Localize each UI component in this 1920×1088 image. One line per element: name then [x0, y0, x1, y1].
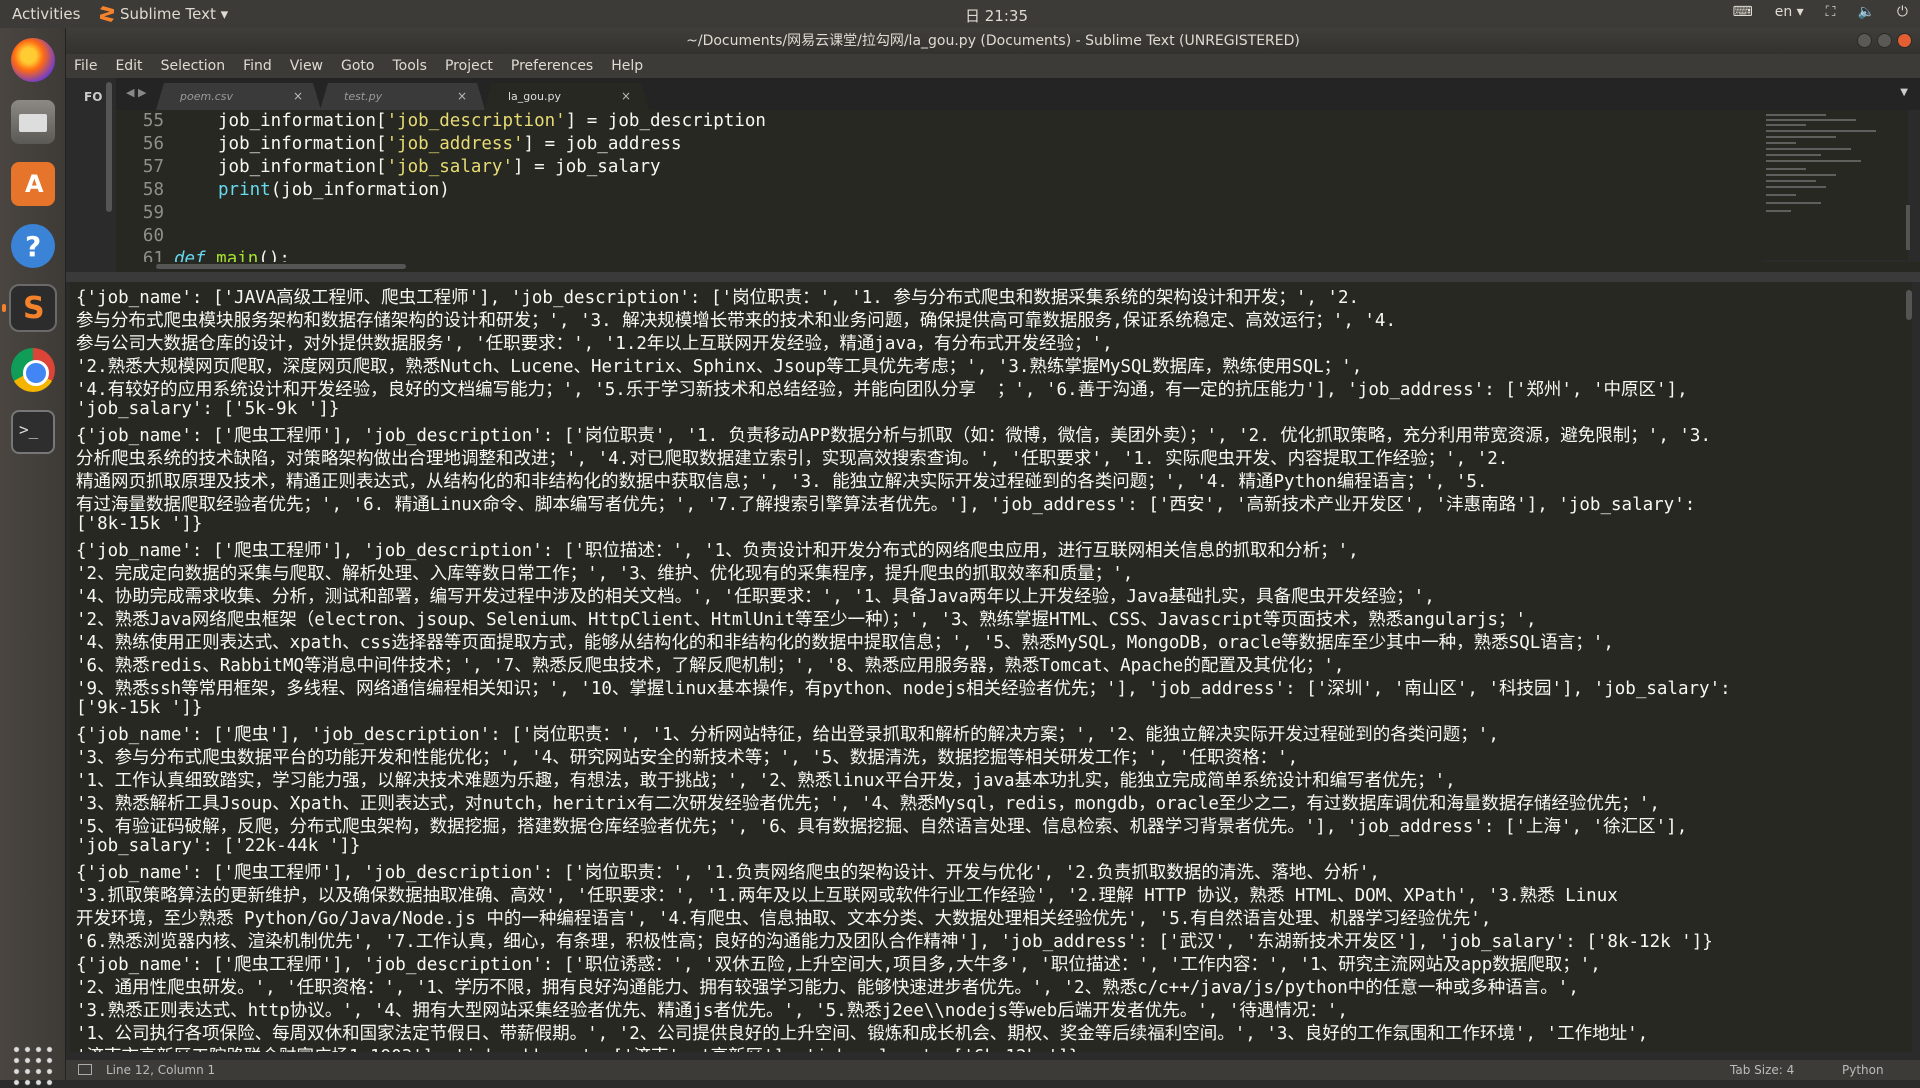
close-button[interactable]: [1897, 33, 1912, 48]
terminal-icon[interactable]: [11, 410, 55, 454]
output-line: '2、熟悉Java网络爬虫框架（electron、jsoup、Selenium、…: [76, 610, 1537, 630]
output-line: 'job_salary': ['22k-44k ']}: [76, 836, 361, 856]
network-icon[interactable]: ⛶: [1826, 4, 1836, 20]
side-bar[interactable]: FO: [66, 78, 116, 272]
clock[interactable]: 日 21:35: [965, 5, 1028, 26]
volume-icon[interactable]: 🔈: [1857, 4, 1874, 20]
tab-bar: ◀ ▶ poem.csv × test.py × la_gou.py × ▼: [116, 78, 1920, 110]
menu-bar: File Edit Selection Find View Goto Tools…: [66, 54, 1920, 78]
software-center-icon[interactable]: [11, 162, 55, 206]
top-panel: Activities Sublime Text ▾ 日 21:35 ⌨ en ▾…: [0, 0, 1920, 28]
tab-nav-arrows[interactable]: ◀ ▶: [126, 86, 146, 99]
help-icon[interactable]: [11, 224, 55, 268]
output-line: {'job_name': ['爬虫工程师'], 'job_description…: [76, 541, 1359, 561]
output-scrollbar[interactable]: [1906, 290, 1912, 320]
power-icon[interactable]: ⏻: [1897, 4, 1908, 20]
output-line: 参与公司大数据仓库的设计，对外提供数据服务', '任职要求：', '1.2年以上…: [76, 334, 1113, 354]
output-line: 开发环境，至少熟悉 Python/Go/Java/Node.js 中的一种编程语…: [76, 909, 1492, 929]
tab-test-py[interactable]: test.py ×: [320, 83, 485, 110]
menu-file[interactable]: File: [74, 58, 97, 74]
tab-close-icon[interactable]: ×: [457, 89, 467, 103]
tab-label: test.py: [344, 90, 383, 103]
tab-label: la_gou.py: [508, 90, 561, 103]
tab-close-icon[interactable]: ×: [293, 89, 303, 103]
tab-dropdown-icon[interactable]: ▼: [1900, 87, 1908, 98]
output-line: 精通网页抓取原理及技术，精通正则表达式，从结构化的和非结构化的数据中获取信息；'…: [76, 472, 1488, 492]
output-line: '9、熟悉ssh等常用框架，多线程、网络通信编程相关知识；', '10、掌握li…: [76, 679, 1731, 699]
menu-project[interactable]: Project: [445, 58, 493, 74]
app-menu-label: Sublime Text ▾: [120, 5, 229, 23]
files-icon[interactable]: [11, 100, 55, 144]
menu-preferences[interactable]: Preferences: [511, 58, 593, 74]
output-line: {'job_name': ['爬虫工程师'], 'job_description…: [76, 426, 1712, 446]
output-line: 'job_salary': ['5k-9k ']}: [76, 399, 340, 419]
app-menu[interactable]: Sublime Text ▾: [100, 5, 228, 23]
minimap[interactable]: [1762, 110, 1910, 260]
firefox-icon[interactable]: [11, 38, 55, 82]
output-line: '2、完成定向数据的采集与爬取、解析处理、入库等数日常工作；', '3、维护、优…: [76, 564, 1134, 584]
output-line: {'job_name': ['爬虫工程师'], 'job_description…: [76, 955, 1601, 975]
output-line: '3、熟悉解析工具Jsoup、Xpath、正则表达式，对nutch，heritr…: [76, 794, 1660, 814]
sublime-text-icon[interactable]: [9, 284, 57, 332]
menu-edit[interactable]: Edit: [115, 58, 142, 74]
panel-splitter[interactable]: [66, 272, 1920, 282]
sidebar-scrollbar[interactable]: [106, 82, 112, 212]
menu-selection[interactable]: Selection: [161, 58, 226, 74]
menu-help[interactable]: Help: [611, 58, 643, 74]
output-line: ['8k-15k ']}: [76, 514, 203, 534]
system-tray[interactable]: ⌨ en ▾ ⛶ 🔈 ⏻: [1732, 4, 1908, 20]
output-line: 分析爬虫系统的技术缺陷，对策略架构做出合理地调整和改进；', '4.对已爬取数据…: [76, 449, 1509, 469]
tab-label: poem.csv: [180, 90, 233, 103]
output-line: '1、工作认真细致踏实，学习能力强，以解决技术难题为乐趣，有想法，敢于挑战；',…: [76, 771, 1456, 791]
output-line: {'job_name': ['爬虫'], 'job_description': …: [76, 725, 1499, 745]
output-line: '4、熟练使用正则表达式、xpath、css选择器等页面提取方式，能够从结构化的…: [76, 633, 1614, 653]
tab-close-icon[interactable]: ×: [621, 89, 631, 103]
status-bar: Line 12, Column 1 Tab Size: 4 Python: [66, 1060, 1920, 1080]
language-indicator[interactable]: en ▾: [1775, 4, 1804, 20]
output-line: 参与分布式爬虫模块服务架构和数据存储架构的设计和研发；', '3. 解决规模增长…: [76, 311, 1396, 331]
output-line: {'job_name': ['爬虫工程师'], 'job_description…: [76, 863, 1380, 883]
output-line: '2、通用性爬虫研发。', '任职资格：', '1、学历不限，拥有良好沟通能力、…: [76, 978, 1579, 998]
keyboard-icon[interactable]: ⌨: [1732, 4, 1752, 20]
output-line: '5、有验证码破解，反爬，分布式爬虫架构，数据挖掘，搭建数据仓库经验者优先；',…: [76, 817, 1688, 837]
build-output-panel[interactable]: {'job_name': ['JAVA高级工程师、爬虫工程师'], 'job_d…: [70, 282, 1912, 1052]
tab-la-gou-py[interactable]: la_gou.py ×: [484, 83, 649, 110]
menu-view[interactable]: View: [290, 58, 323, 74]
menu-goto[interactable]: Goto: [341, 58, 374, 74]
output-line: '3.抓取策略算法的更新维护，以及确保数据抽取准确、高效', '任职要求：', …: [76, 886, 1618, 906]
output-line: '4、协助完成需求收集、分析，测试和部署，编写开发过程中涉及的相关文档。', '…: [76, 587, 1435, 607]
show-applications-icon[interactable]: [11, 1044, 55, 1088]
running-indicator: [2, 304, 6, 312]
cursor-position: Line 12, Column 1: [106, 1063, 216, 1077]
output-line: '3.熟悉正则表达式、http协议。', '4、拥有大型网站采集经验者优先、精通…: [76, 1001, 1348, 1021]
panel-toggle-icon[interactable]: [78, 1064, 92, 1075]
syntax-selector[interactable]: Python: [1842, 1063, 1884, 1077]
horizontal-scrollbar[interactable]: [116, 262, 1920, 272]
output-line: '6.熟悉浏览器内核、渲染机制优先', '7.工作认真，细心，有条理，积极性高；…: [76, 932, 1713, 952]
window-titlebar[interactable]: ~/Documents/网易云课堂/拉勾网/la_gou.py (Documen…: [66, 28, 1920, 54]
activities-button[interactable]: Activities: [12, 5, 80, 23]
output-line: '济南市高新区工院路联合财富广场1-1903'], 'job_address':…: [76, 1043, 1079, 1052]
output-line: '1、公司执行各项保险、每周双休和国家法定节假日、带薪假期。', '2、公司提供…: [76, 1024, 1649, 1044]
menu-find[interactable]: Find: [243, 58, 272, 74]
maximize-button[interactable]: [1877, 33, 1892, 48]
sidebar-folders-label: FO: [84, 90, 103, 104]
output-line: 有过海量数据爬取经验者优先；', '6. 精通Linux命令、脚本编写者优先；'…: [76, 495, 1696, 515]
launcher: [0, 28, 66, 1088]
tab-size-selector[interactable]: Tab Size: 4: [1730, 1063, 1794, 1077]
sublime-icon: [100, 6, 114, 22]
output-line: {'job_name': ['JAVA高级工程师、爬虫工程师'], 'job_d…: [76, 288, 1360, 308]
output-line: '4.有较好的应用系统设计和开发经验，良好的文档编写能力；', '5.乐于学习新…: [76, 380, 1688, 400]
output-line: '3、参与分布式爬虫数据平台的功能开发和性能优化；', '4、研究网站安全的新技…: [76, 748, 1299, 768]
menu-tools[interactable]: Tools: [392, 58, 427, 74]
output-line: ['9k-15k ']}: [76, 698, 203, 718]
gutter-fold-markers[interactable]: [116, 110, 160, 260]
chrome-icon[interactable]: [11, 348, 55, 392]
output-line: '6、熟悉redis、RabbitMQ等消息中间件技术；', '7、熟悉反爬虫技…: [76, 656, 1345, 676]
output-line: '2.熟悉大规模网页爬取，深度网页爬取，熟悉Nutch、Lucene、Herit…: [76, 357, 1363, 377]
window-title: ~/Documents/网易云课堂/拉勾网/la_gou.py (Documen…: [686, 33, 1300, 49]
tab-poem-csv[interactable]: poem.csv ×: [156, 83, 321, 110]
code-editor[interactable]: 55 job_information['job_description'] = j…: [116, 110, 1762, 272]
minimize-button[interactable]: [1857, 33, 1872, 48]
